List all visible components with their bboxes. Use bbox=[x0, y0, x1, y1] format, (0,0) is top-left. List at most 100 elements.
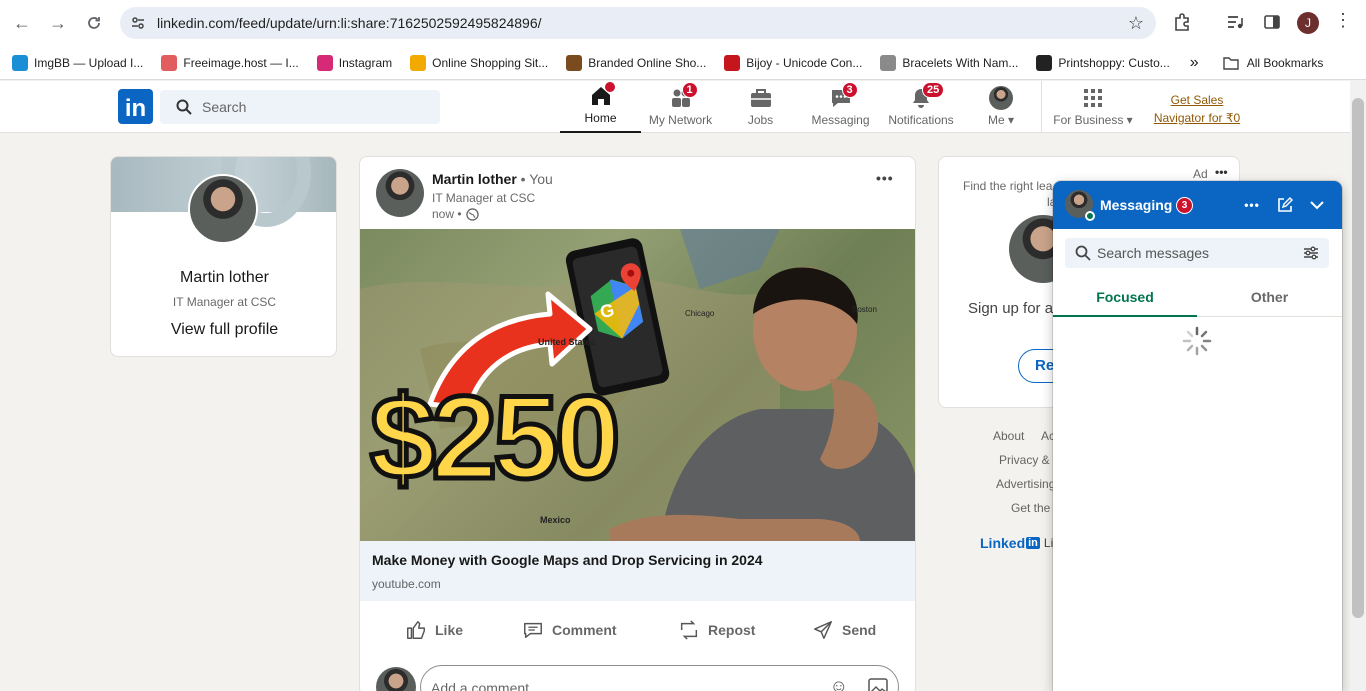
nav-notifications[interactable]: 25 Notifications bbox=[880, 81, 962, 133]
profile-avatar[interactable]: J bbox=[1297, 12, 1319, 34]
profile-title: IT Manager at CSC bbox=[172, 295, 277, 309]
globe-icon bbox=[465, 207, 479, 221]
bookmark-label: Bijoy - Unicode Con... bbox=[746, 55, 863, 70]
nav-my-network[interactable]: 1 My Network bbox=[640, 81, 721, 133]
notification-badge: 3 bbox=[841, 82, 858, 98]
bookmark-list: ImgBB — Upload I... Freeimage.host — I...… bbox=[0, 54, 1176, 71]
global-search[interactable]: Search bbox=[160, 90, 440, 124]
ad-label: Ad bbox=[1193, 167, 1208, 181]
browser-toolbar: ← → linkedin.com/feed/update/urn:li:shar… bbox=[0, 0, 1366, 46]
collapse-chevron-icon[interactable] bbox=[1302, 190, 1332, 220]
send-button[interactable]: Send bbox=[812, 619, 876, 641]
post-author-you: • You bbox=[520, 171, 553, 187]
nav-jobs[interactable]: Jobs bbox=[720, 81, 801, 133]
bookmark-item[interactable]: Bracelets With Nam... bbox=[880, 54, 1019, 71]
footer-link[interactable]: Advertising bbox=[996, 477, 1055, 491]
home-icon bbox=[589, 81, 616, 108]
emoji-icon[interactable]: ☺ bbox=[830, 676, 848, 691]
post-author-name[interactable]: Martin lother bbox=[432, 171, 517, 187]
link-preview-image[interactable]: G $250 United States Mexico Chicago Bost… bbox=[360, 229, 915, 541]
bookmark-label: Freeimage.host — I... bbox=[183, 55, 299, 70]
search-placeholder: Search bbox=[202, 99, 247, 115]
bookmark-item[interactable]: Branded Online Sho... bbox=[566, 54, 706, 71]
tab-focused[interactable]: Focused bbox=[1053, 281, 1197, 317]
nav-messaging[interactable]: 3 Messaging bbox=[800, 81, 881, 133]
post-time-text: now • bbox=[432, 207, 462, 221]
footer-link[interactable]: Privacy & bbox=[999, 453, 1050, 467]
link-preview-footer[interactable]: Make Money with Google Maps and Drop Ser… bbox=[360, 541, 915, 601]
nav-label: Jobs bbox=[747, 113, 774, 127]
bookmark-label: ImgBB — Upload I... bbox=[34, 55, 144, 70]
messaging-header[interactable]: Messaging 3 ••• bbox=[1053, 181, 1342, 229]
nav-me[interactable]: Me ▾ bbox=[983, 81, 1019, 133]
side-panel-icon[interactable] bbox=[1263, 13, 1281, 36]
thumbnail-price-text: $250 bbox=[368, 372, 623, 504]
post-author-avatar[interactable] bbox=[376, 169, 424, 217]
filter-icon[interactable] bbox=[1303, 246, 1319, 260]
tab-other[interactable]: Other bbox=[1197, 281, 1342, 317]
bookmark-label: Bracelets With Nam... bbox=[902, 55, 1019, 70]
bookmark-favicon-icon bbox=[1036, 54, 1053, 71]
folder-icon bbox=[1222, 56, 1239, 70]
bookmark-favicon-icon bbox=[880, 54, 897, 71]
nav-business-label: For Business ▾ bbox=[1053, 113, 1133, 127]
notification-badge: 1 bbox=[681, 82, 698, 98]
forward-icon[interactable]: → bbox=[46, 11, 70, 35]
scrollbar-thumb[interactable] bbox=[1352, 98, 1364, 618]
comment-input[interactable]: Add a comment... ☺ bbox=[420, 665, 899, 691]
footer-brand-in: in bbox=[1026, 537, 1040, 549]
profile-photo[interactable] bbox=[188, 174, 258, 244]
image-icon[interactable] bbox=[868, 678, 888, 691]
search-messages-input[interactable]: Search messages bbox=[1065, 238, 1329, 268]
ad-more-icon[interactable]: ••• bbox=[1215, 165, 1228, 179]
linkedin-logo[interactable]: in bbox=[118, 89, 153, 124]
bookmark-item[interactable]: Online Shopping Sit... bbox=[410, 54, 548, 71]
grid-icon bbox=[1081, 86, 1105, 110]
footer-brand: Linked in Lin bbox=[980, 535, 1060, 551]
kebab-menu-icon[interactable]: ⋮ bbox=[1334, 11, 1352, 29]
footer-link[interactable]: About bbox=[993, 429, 1024, 443]
comment-icon bbox=[524, 622, 542, 639]
comment-placeholder: Add a comment... bbox=[431, 680, 541, 691]
me-avatar bbox=[989, 86, 1013, 110]
site-settings-icon[interactable] bbox=[130, 15, 146, 36]
repost-button[interactable]: Repost bbox=[678, 619, 755, 641]
bookmark-item[interactable]: ImgBB — Upload I... bbox=[12, 54, 144, 71]
sales-line-1: Get Sales bbox=[1170, 93, 1224, 107]
nav-for-business[interactable]: For Business ▾ bbox=[1050, 81, 1136, 133]
profile-name[interactable]: Martin lother bbox=[111, 269, 336, 287]
bookmark-item[interactable]: Bijoy - Unicode Con... bbox=[724, 54, 863, 71]
back-icon[interactable]: ← bbox=[10, 11, 34, 35]
footer-link[interactable]: Get the bbox=[1011, 501, 1050, 515]
comment-button[interactable]: Comment bbox=[522, 619, 617, 641]
view-profile-link[interactable]: View full profile bbox=[111, 321, 336, 339]
url-text: linkedin.com/feed/update/urn:li:share:71… bbox=[157, 15, 542, 31]
nav-home[interactable]: Home bbox=[560, 81, 641, 133]
nav-me-label: Me ▾ bbox=[987, 113, 1015, 127]
nav-divider bbox=[1041, 81, 1042, 133]
sales-navigator-link[interactable]: Get Sales Navigator for ₹0 bbox=[1150, 91, 1244, 127]
compose-icon[interactable] bbox=[1270, 190, 1300, 220]
comment-label: Comment bbox=[552, 622, 617, 638]
bookmark-item[interactable]: Instagram bbox=[316, 54, 392, 71]
like-button[interactable]: Like bbox=[405, 619, 463, 641]
like-label: Like bbox=[435, 622, 464, 638]
address-bar[interactable]: linkedin.com/feed/update/urn:li:share:71… bbox=[120, 7, 1156, 39]
post-more-icon[interactable]: ••• bbox=[876, 170, 894, 186]
media-control-icon[interactable] bbox=[1226, 13, 1244, 36]
send-label: Send bbox=[842, 622, 877, 638]
bookmark-item[interactable]: Freeimage.host — I... bbox=[161, 54, 299, 71]
messaging-more-icon[interactable]: ••• bbox=[1237, 190, 1267, 220]
my-network-icon: 1 bbox=[669, 82, 698, 110]
all-bookmarks-button[interactable]: All Bookmarks bbox=[1222, 56, 1323, 70]
extensions-icon[interactable] bbox=[1172, 12, 1192, 37]
map-label: United States bbox=[538, 337, 596, 347]
star-icon[interactable]: ☆ bbox=[1128, 13, 1144, 34]
bookmark-item[interactable]: Printshoppy: Custo... bbox=[1036, 54, 1170, 71]
repost-icon bbox=[680, 620, 698, 640]
thumbs-up-icon bbox=[407, 621, 425, 639]
bookmarks-overflow-icon[interactable]: » bbox=[1190, 54, 1199, 72]
bookmark-favicon-icon bbox=[12, 54, 28, 71]
reload-icon[interactable] bbox=[82, 11, 106, 35]
notifications-icon: 25 bbox=[909, 82, 945, 110]
